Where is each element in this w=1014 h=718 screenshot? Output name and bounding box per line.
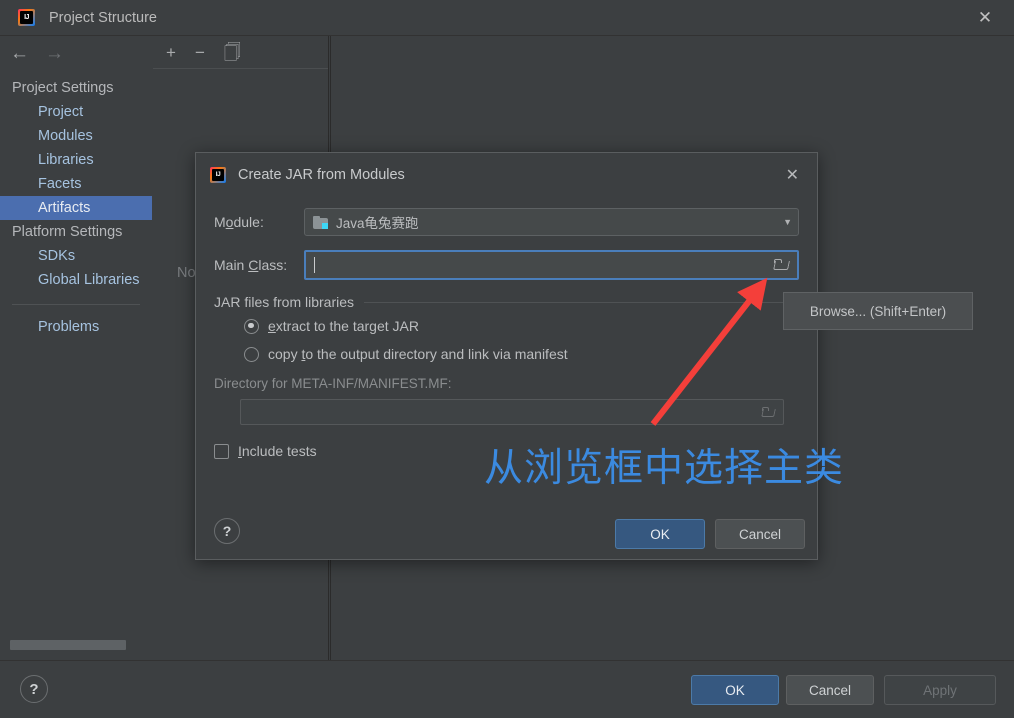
include-tests-label: Include tests: [238, 443, 317, 459]
dialog-close-icon[interactable]: ✕: [780, 163, 805, 187]
minus-icon[interactable]: −: [195, 44, 205, 61]
main-class-label-post: lass:: [258, 257, 288, 273]
ok-button[interactable]: OK: [691, 675, 779, 705]
browse-tooltip: Browse... (Shift+Enter): [783, 292, 973, 330]
help-button[interactable]: ?: [20, 675, 48, 703]
annotation-chinese-note: 从浏览框中选择主类: [484, 446, 845, 491]
module-row: Module: Java龟兔赛跑 ▼: [214, 208, 799, 236]
intellij-idea-logo-icon: [18, 9, 35, 26]
sidebar-item-libraries[interactable]: Libraries: [0, 148, 152, 172]
arrow-left-icon[interactable]: ←: [10, 44, 29, 63]
main-class-row: Main Class:: [214, 250, 799, 280]
group-divider: [364, 301, 799, 303]
apply-button[interactable]: Apply: [884, 675, 996, 705]
dialog-titlebar: Create JAR from Modules ✕: [196, 153, 817, 196]
sidebar-item-modules[interactable]: Modules: [0, 124, 152, 148]
create-jar-dialog: Create JAR from Modules ✕ Module: Java龟兔…: [195, 152, 818, 560]
main-class-label-mnemonic: C: [248, 257, 259, 273]
module-label-pre: M: [214, 214, 226, 230]
sidebar-item-sdks[interactable]: SDKs: [0, 244, 152, 268]
main-class-input[interactable]: [304, 250, 799, 280]
dialog-ok-button[interactable]: OK: [615, 519, 705, 549]
sidebar-item-facets[interactable]: Facets: [0, 172, 152, 196]
module-selected-value: Java龟兔赛跑: [336, 216, 419, 231]
libraries-group-header: JAR files from libraries: [214, 294, 799, 310]
module-label-post: dule:: [233, 214, 264, 230]
radio-copy-label: copy to the output directory and link vi…: [268, 346, 568, 362]
radio-button-selected-icon[interactable]: [244, 318, 259, 334]
window-title: Project Structure: [49, 9, 157, 26]
include-tests-checkbox[interactable]: [214, 443, 229, 459]
dialog-body: Module: Java龟兔赛跑 ▼ Main Class: JAR files…: [196, 196, 817, 459]
manifest-directory-label: Directory for META-INF/MANIFEST.MF:: [214, 376, 452, 391]
close-icon[interactable]: ✕: [956, 0, 1014, 35]
sidebar-nav-buttons: ← →: [0, 36, 152, 70]
project-structure-window: Project Structure ✕ ← → Project Settings…: [0, 0, 1014, 718]
dialog-button-bar: ? OK Cancel: [196, 503, 817, 559]
browse-folder-icon[interactable]: [761, 406, 777, 419]
radio-extract-label: extract to the target JAR: [268, 318, 419, 334]
sidebar-item-artifacts[interactable]: Artifacts: [0, 196, 152, 220]
radio-copy-label-pre: copy: [268, 346, 302, 362]
manifest-directory-input[interactable]: [240, 399, 784, 425]
include-tests-label-post: nclude tests: [241, 443, 317, 459]
artifacts-toolbar: + − 🗍: [153, 36, 328, 69]
sidebar-horizontal-scrollbar-track[interactable]: [0, 640, 153, 656]
libraries-group-title: JAR files from libraries: [214, 294, 355, 310]
radio-extract-to-target-jar[interactable]: extract to the target JAR: [244, 318, 799, 334]
sidebar-group-project-settings: Project Settings: [12, 80, 114, 96]
main-class-label: Main Class:: [214, 257, 304, 273]
sidebar-divider: [12, 304, 140, 305]
window-titlebar: Project Structure ✕: [0, 0, 1014, 36]
sidebar-item-global-libraries[interactable]: Global Libraries: [0, 268, 152, 292]
plus-icon[interactable]: +: [166, 44, 176, 61]
dialog-title: Create JAR from Modules: [238, 166, 405, 183]
sidebar-group-platform-settings: Platform Settings: [12, 224, 123, 240]
module-label: Module:: [214, 214, 304, 230]
module-dropdown[interactable]: Java龟兔赛跑 ▼: [304, 208, 799, 236]
sidebar-item-project[interactable]: Project: [0, 100, 152, 124]
radio-extract-label-post: xtract to the target JAR: [275, 318, 419, 334]
browse-folder-icon[interactable]: [773, 258, 791, 272]
dialog-help-button[interactable]: ?: [214, 518, 240, 544]
copy-icon[interactable]: 🗍: [224, 44, 241, 61]
radio-extract-label-mnemonic: e: [268, 318, 276, 334]
settings-sidebar: ← → Project Settings Project Modules Lib…: [0, 36, 152, 660]
radio-copy-to-output-directory[interactable]: copy to the output directory and link vi…: [244, 346, 799, 362]
arrow-right-icon[interactable]: →: [45, 44, 64, 63]
window-button-bar: ? OK Cancel Apply: [0, 660, 1014, 718]
radio-button-unselected-icon[interactable]: [244, 346, 259, 362]
chevron-down-icon: ▼: [783, 217, 792, 227]
text-caret: [314, 257, 315, 273]
module-folder-icon: [313, 215, 328, 229]
sidebar-item-problems[interactable]: Problems: [0, 315, 152, 339]
sidebar-list: Project Settings Project Modules Librari…: [0, 70, 152, 339]
sidebar-horizontal-scrollbar-thumb[interactable]: [10, 640, 126, 650]
radio-copy-label-post: o the output directory and link via mani…: [305, 346, 568, 362]
main-class-label-pre: Main: [214, 257, 249, 273]
intellij-idea-logo-icon: [210, 166, 226, 183]
cancel-button[interactable]: Cancel: [786, 675, 874, 705]
dialog-cancel-button[interactable]: Cancel: [715, 519, 805, 549]
